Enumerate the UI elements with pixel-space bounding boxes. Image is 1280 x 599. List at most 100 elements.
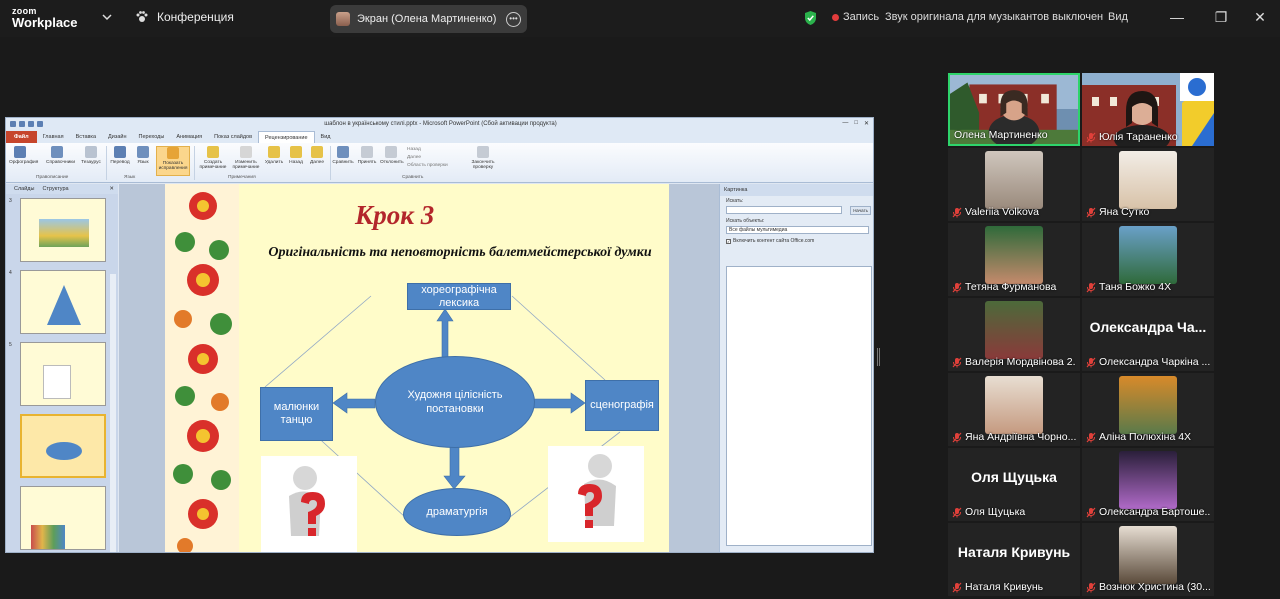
tab-view[interactable]: Вид [315,131,337,143]
participant-name: Оля Щуцька [952,506,1076,518]
screen-share-pill[interactable]: Экран (Олена Мартиненко) ••• [330,5,527,33]
participant-tile[interactable]: Олена Мартиненко [948,73,1080,146]
slide-thumb-3[interactable] [20,198,106,262]
avatar [336,12,350,26]
tab-review[interactable]: Рецензирование [258,131,315,143]
clipart-go-button[interactable]: Начать [850,205,871,215]
tab-slideshow[interactable]: Показ слайдов [208,131,258,143]
shield-check-icon[interactable] [803,10,818,26]
delete-comment-button[interactable]: Удалить [263,146,285,165]
diagram-box-scenography[interactable]: сценографія [585,380,659,431]
participant-photo [1119,451,1177,509]
slide-thumb-5[interactable] [20,342,106,406]
participant-tile[interactable]: Яна Андріївна Чорно... [948,373,1080,446]
participant-name: Юлія Тараненко [1086,131,1210,143]
show-markup-button[interactable]: Показать исправления [156,146,190,176]
participant-name: Олександра Бартоше... [1086,506,1210,518]
ppt-window-buttons[interactable]: — □ ✕ [842,120,869,127]
tab-slides[interactable]: Слайды [14,184,34,194]
group-compare: Сравнить [402,175,424,180]
thumbnails-scrollbar[interactable] [110,274,116,552]
participant-tile[interactable]: Valeriia Volkova [948,148,1080,221]
diagram-center-ellipse[interactable]: Художня цілісність постановки [375,356,535,448]
research-button[interactable]: Справочники [46,146,75,165]
prev-comment-button[interactable]: Назад [285,146,307,165]
participant-tile[interactable]: Олександра Бартоше... [1082,448,1214,521]
translate-button[interactable]: Перевод [109,146,131,165]
participant-tile[interactable]: Юлія Тараненко [1082,73,1214,146]
more-icon[interactable]: ••• [506,11,521,27]
translate-icon [114,146,126,158]
new-comment-button[interactable]: Создать примечание [199,146,227,170]
diagram-box-dance-patterns[interactable]: малюнки танцю [260,387,333,441]
clipart-results-area[interactable] [726,266,872,546]
participant-tile[interactable]: Вознюк Христина (30... [1082,523,1214,596]
close-panel-icon[interactable]: ✕ [109,184,118,194]
participant-tile[interactable]: Валерія Мордвінова 2... [948,298,1080,371]
spelling-button[interactable]: Орфография [9,146,38,165]
compare-button[interactable]: Сравнить [332,146,354,165]
next-comment-button[interactable]: Далее [306,146,328,165]
mic-muted-icon [952,357,962,367]
comment-icon [207,146,219,158]
quick-access-toolbar[interactable] [10,121,43,127]
shared-screen-powerpoint[interactable]: шаблон в українському стилі.pptx - Micro… [5,117,874,553]
view-button[interactable]: Вид [1108,11,1128,23]
group-separator [330,146,331,180]
mic-muted-icon [1086,132,1096,142]
tab-transitions[interactable]: Переходы [133,131,171,143]
participant-tile[interactable]: Яна Сутко [1082,148,1214,221]
clipart-results-select[interactable]: Все файлы мультимедиа [726,226,869,234]
collage-image [31,525,65,549]
restore-icon[interactable]: ❐ [1214,10,1228,24]
participant-tile[interactable]: Таня Божко 4Х [1082,223,1214,296]
recording-indicator[interactable]: Запись [832,11,879,23]
slide-thumb-4[interactable] [20,270,106,334]
small-prev[interactable]: Назад [407,146,448,154]
split-handle[interactable] [877,348,880,366]
small-next[interactable]: Далее [407,154,448,162]
participant-tile[interactable]: Аліна Полюхіна 4Х [1082,373,1214,446]
slide-editor[interactable]: Крок 3 Оригінальність та неповторність б… [119,184,719,552]
clipart-office-checkbox-label: Включить контент сайта Office.com [733,238,815,244]
slide-number: 4 [9,270,12,276]
minimize-icon[interactable]: — [1170,10,1184,24]
group-separator [106,146,107,180]
slide-thumb-7[interactable] [20,486,106,550]
tab-home[interactable]: Главная [37,131,70,143]
clipart-office-checkbox-row[interactable]: ✓ Включить контент сайта Office.com [720,236,873,244]
diagram-box-vocabulary[interactable]: хореографічна лексика [407,283,511,310]
meeting-info-button[interactable]: Конференция [135,10,234,24]
tab-insert[interactable]: Вставка [70,131,102,143]
ribbon-tabs: Файл Главная Вставка Дизайн Переходы Ани… [6,131,873,143]
original-sound-status[interactable]: Звук оригинала для музыкантов выключен [885,11,1103,23]
small-review-pane[interactable]: Область проверки [407,162,448,170]
accept-button[interactable]: Принять [356,146,378,165]
slide-thumb-6[interactable] [20,414,106,478]
hand-image [43,365,71,399]
close-icon[interactable]: ✕ [1253,10,1267,24]
reject-button[interactable]: Отклонить [380,146,404,165]
language-button[interactable]: Язык [132,146,154,165]
chevron-down-icon[interactable] [101,11,113,23]
participant-tile[interactable]: Тетяна Фурманова [948,223,1080,296]
thesaurus-button[interactable]: Тезаурус [80,146,102,165]
clipart-search-input[interactable] [726,206,843,214]
ribbon-review: Орфография Справочники Тезаурус Перевод … [6,143,873,183]
tab-animation[interactable]: Анимация [170,131,208,143]
participant-tile[interactable]: Наталя Кривунь Наталя Кривунь [948,523,1080,596]
tab-design[interactable]: Дизайн [102,131,133,143]
current-slide[interactable]: Крок 3 Оригінальність та неповторність б… [165,184,669,552]
participant-name: Таня Божко 4Х [1086,281,1210,293]
mic-muted-icon [1086,432,1096,442]
edit-comment-button[interactable]: Изменить примечание [231,146,261,170]
paw-icon [136,11,148,22]
checkbox-icon[interactable]: ✓ [726,238,731,244]
end-review-button[interactable]: Закончить проверку [468,146,498,170]
participant-name: Олександра Чаркіна ... [1086,356,1210,368]
diagram-bubble-dramaturgy[interactable]: драматургія [403,488,511,536]
participant-tile[interactable]: Оля Щуцька Оля Щуцька [948,448,1080,521]
participant-tile[interactable]: Олександра Ча... Олександра Чаркіна ... [1082,298,1214,371]
tab-outline[interactable]: Структура [42,184,68,194]
tab-file[interactable]: Файл [6,131,37,143]
